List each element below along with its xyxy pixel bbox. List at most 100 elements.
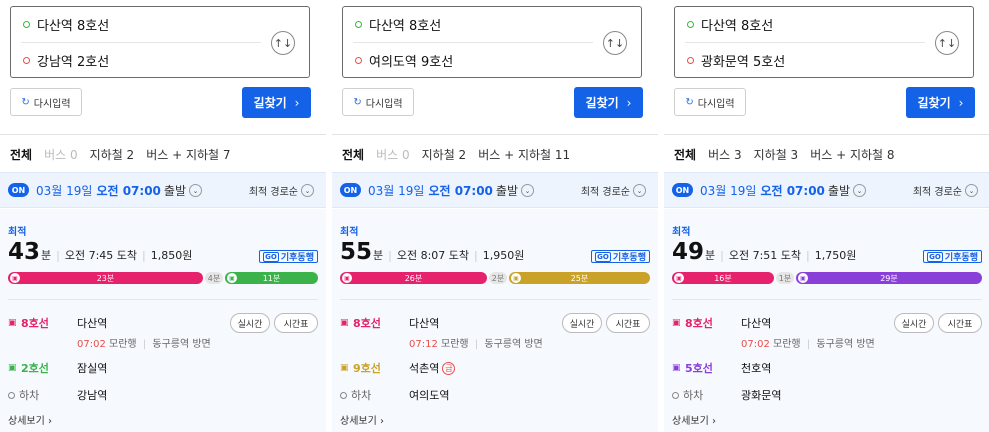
exit-label: 하차 bbox=[340, 387, 371, 403]
go-icon: GO bbox=[595, 251, 611, 262]
route-result-card[interactable]: 최적 49 분 | 오전 7:51 도착 | 1,750원 GO 기후동행 ▣ 1… bbox=[664, 209, 989, 432]
line-label: ▣ 8호선 bbox=[340, 317, 381, 330]
route-panel-2: 다산역 8호선 여의도역 9호선 ↑↓ ↻ 다시입력 길찾기 › 전체 버스 0… bbox=[332, 0, 658, 432]
on-toggle[interactable]: ON bbox=[8, 183, 29, 197]
tab-all[interactable]: 전체 bbox=[342, 146, 364, 163]
swap-button[interactable]: ↑↓ bbox=[935, 31, 959, 55]
route-panel-1: 다산역 8호선 강남역 2호선 ↑↓ ↻ 다시입력 길찾기 › 전체 버스 0 … bbox=[0, 0, 326, 432]
train-time: 07:02 bbox=[77, 339, 106, 350]
swap-button[interactable]: ↑↓ bbox=[603, 31, 627, 55]
departure-date: 03월 19일 bbox=[36, 184, 93, 198]
divider bbox=[672, 299, 982, 300]
departure-suffix: 출발 bbox=[495, 184, 518, 198]
subway-icon: ▣ bbox=[798, 273, 808, 283]
total-minutes: 49 bbox=[672, 239, 705, 265]
detail-link[interactable]: 상세보기 › bbox=[340, 412, 384, 427]
search-route-button[interactable]: 길찾기 › bbox=[242, 87, 311, 118]
step-transfer-line: ▣ 2호선 bbox=[8, 360, 49, 376]
refresh-icon: ↻ bbox=[21, 96, 30, 108]
origin-dot-icon bbox=[687, 20, 694, 28]
search-route-button[interactable]: 길찾기 › bbox=[906, 87, 975, 118]
subway-icon: ▣ bbox=[674, 273, 684, 283]
tab-subway[interactable]: 지하철 3 bbox=[754, 146, 799, 163]
departure-info: 07:02 모란행 | 동구릉역 방면 bbox=[741, 335, 875, 350]
destination-field[interactable]: 강남역 2호선 bbox=[23, 50, 109, 70]
step-exit: 하차 bbox=[672, 387, 703, 403]
tab-subway[interactable]: 지하철 2 bbox=[422, 146, 467, 163]
destination-text: 강남역 2호선 bbox=[37, 54, 110, 70]
departure-selector[interactable]: 03월 19일 오전 07:00 출발 ⌄ bbox=[36, 182, 202, 199]
tab-bus[interactable]: 버스 0 bbox=[376, 146, 410, 163]
search-label: 길찾기 bbox=[585, 96, 619, 110]
fare: 1,850원 bbox=[150, 249, 193, 262]
destination-field[interactable]: 여의도역 9호선 bbox=[355, 50, 453, 70]
origin-dot-icon bbox=[355, 20, 362, 28]
separator: | bbox=[474, 249, 478, 262]
on-toggle[interactable]: ON bbox=[672, 183, 693, 197]
segment-duration: 1분 bbox=[778, 273, 792, 283]
ride-segment: ▣ 11분 bbox=[225, 272, 318, 284]
swap-button[interactable]: ↑↓ bbox=[271, 31, 295, 55]
sort-selector[interactable]: 최적 경로순 ⌄ bbox=[913, 183, 978, 198]
destination-dot-icon bbox=[355, 56, 362, 64]
climate-pass-badge: GO 기후동행 bbox=[923, 250, 982, 263]
tab-bus-subway[interactable]: 버스 + 지하철 7 bbox=[146, 146, 230, 163]
timetable-button[interactable]: 시간표 bbox=[938, 313, 982, 333]
detail-link[interactable]: 상세보기 › bbox=[672, 412, 716, 427]
reset-button[interactable]: ↻ 다시입력 bbox=[674, 88, 746, 116]
tab-bus[interactable]: 버스 3 bbox=[708, 146, 742, 163]
origin-field[interactable]: 다산역 8호선 bbox=[23, 14, 109, 34]
reset-button[interactable]: ↻ 다시입력 bbox=[10, 88, 82, 116]
departure-option-bar: ON 03월 19일 오전 07:00 출발 ⌄ 최적 경로순 ⌄ bbox=[0, 172, 326, 208]
train-time: 07:02 bbox=[741, 339, 770, 350]
train-destination: 모란행 bbox=[441, 339, 469, 350]
tab-subway[interactable]: 지하철 2 bbox=[90, 146, 135, 163]
detail-link[interactable]: 상세보기 › bbox=[8, 412, 52, 427]
route-result-card[interactable]: 최적 55 분 | 오전 8:07 도착 | 1,950원 GO 기후동행 ▣ 2… bbox=[332, 209, 658, 432]
realtime-button[interactable]: 실시간 bbox=[894, 313, 934, 333]
line-label: ▣ 9호선 bbox=[340, 362, 381, 375]
realtime-button[interactable]: 실시간 bbox=[230, 313, 270, 333]
minute-unit: 분 bbox=[705, 249, 716, 262]
tab-bus-subway[interactable]: 버스 + 지하철 11 bbox=[478, 146, 570, 163]
climate-pass-badge: GO 기후동행 bbox=[591, 250, 650, 263]
route-result-card[interactable]: 최적 43 분 | 오전 7:45 도착 | 1,850원 GO 기후동행 ▣ 2… bbox=[0, 209, 326, 432]
sort-selector[interactable]: 최적 경로순 ⌄ bbox=[581, 183, 646, 198]
tab-bus-subway[interactable]: 버스 + 지하철 8 bbox=[810, 146, 894, 163]
origin-field[interactable]: 다산역 8호선 bbox=[687, 14, 773, 34]
on-toggle[interactable]: ON bbox=[340, 183, 361, 197]
chevron-down-icon: ⌄ bbox=[633, 184, 646, 197]
exit-label: 하차 bbox=[672, 387, 703, 403]
reset-button[interactable]: ↻ 다시입력 bbox=[342, 88, 414, 116]
sort-selector[interactable]: 최적 경로순 ⌄ bbox=[249, 183, 314, 198]
route-timeline: ▣ 26분 2분 ▣ 25분 bbox=[340, 272, 650, 284]
swap-vertical-icon: ↑↓ bbox=[937, 36, 957, 50]
origin-field[interactable]: 다산역 8호선 bbox=[355, 14, 441, 34]
tab-all[interactable]: 전체 bbox=[674, 146, 696, 163]
ride-segment: ▣ 23분 bbox=[8, 272, 203, 284]
realtime-button[interactable]: 실시간 bbox=[562, 313, 602, 333]
reset-label: 다시입력 bbox=[33, 98, 71, 110]
climate-pass-label: 기후동행 bbox=[944, 253, 978, 263]
boarding-station: 다산역 bbox=[741, 317, 772, 330]
search-route-button[interactable]: 길찾기 › bbox=[574, 87, 643, 118]
subway-icon: ▣ bbox=[342, 273, 352, 283]
departure-selector[interactable]: 03월 19일 오전 07:00 출발 ⌄ bbox=[368, 182, 534, 199]
timetable-button[interactable]: 시간표 bbox=[606, 313, 650, 333]
tab-all[interactable]: 전체 bbox=[10, 146, 32, 163]
timetable-button[interactable]: 시간표 bbox=[274, 313, 318, 333]
total-minutes: 55 bbox=[340, 239, 373, 265]
divider bbox=[664, 134, 989, 135]
chevron-down-icon: ⌄ bbox=[965, 184, 978, 197]
segment-duration: 2분 bbox=[491, 273, 505, 283]
destination-field[interactable]: 광화문역 5호선 bbox=[687, 50, 785, 70]
climate-pass-badge: GO 기후동행 bbox=[259, 250, 318, 263]
subway-icon: ▣ bbox=[511, 273, 521, 283]
departure-option-bar: ON 03월 19일 오전 07:00 출발 ⌄ 최적 경로순 ⌄ bbox=[664, 172, 989, 208]
departure-selector[interactable]: 03월 19일 오전 07:00 출발 ⌄ bbox=[700, 182, 866, 199]
tab-bus[interactable]: 버스 0 bbox=[44, 146, 78, 163]
go-icon: GO bbox=[927, 251, 943, 262]
sort-label: 최적 경로순 bbox=[248, 187, 298, 198]
line-label: ▣ 8호선 bbox=[8, 317, 49, 330]
chevron-down-icon: ⌄ bbox=[853, 184, 866, 197]
